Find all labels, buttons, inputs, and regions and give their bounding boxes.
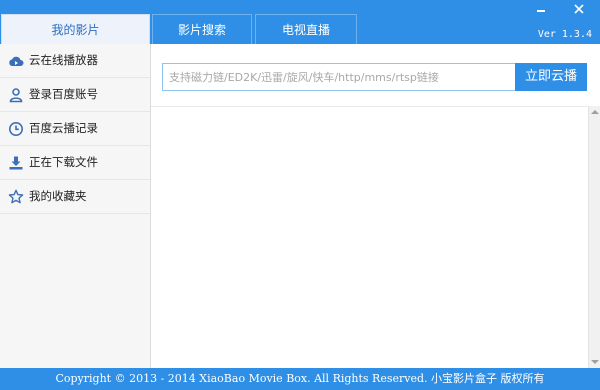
url-input[interactable]	[163, 64, 519, 90]
sidebar-item-baidu-login[interactable]: 登录百度账号	[0, 78, 150, 112]
close-button[interactable]	[569, 0, 589, 18]
app-window: 我的影片 影片搜索 电视直播 Ver 1.3.4 云在线播放器 登录百度账号 百…	[0, 0, 600, 390]
title-bar: 我的影片 影片搜索 电视直播 Ver 1.3.4	[0, 0, 600, 44]
minimize-icon	[537, 9, 545, 12]
tab-movie-search[interactable]: 影片搜索	[152, 14, 252, 44]
clock-icon	[9, 122, 23, 136]
scrollbar[interactable]	[588, 106, 600, 368]
sidebar-item-label: 正在下载文件	[29, 155, 98, 169]
tab-tv-live[interactable]: 电视直播	[255, 14, 357, 44]
cloud-play-button[interactable]: 立即云播	[515, 63, 587, 91]
sidebar-item-label: 云在线播放器	[29, 53, 98, 67]
sidebar-item-favorites[interactable]: 我的收藏夹	[0, 180, 150, 214]
sidebar-item-cloud-history[interactable]: 百度云播记录	[0, 112, 150, 146]
sidebar-item-downloading[interactable]: 正在下载文件	[0, 146, 150, 180]
user-icon	[9, 88, 23, 103]
main-panel: 立即云播	[151, 44, 600, 368]
tab-my-movies[interactable]: 我的影片	[1, 14, 150, 44]
star-icon	[8, 189, 24, 204]
scroll-up-icon[interactable]	[591, 110, 599, 114]
sidebar: 云在线播放器 登录百度账号 百度云播记录 正在下载文件 我的收藏夹	[0, 44, 151, 368]
version-label: Ver 1.3.4	[537, 29, 592, 40]
footer-copyright: Copyright © 2013 - 2014 XiaoBao Movie Bo…	[0, 368, 600, 390]
sidebar-item-label: 我的收藏夹	[29, 189, 87, 203]
scroll-down-icon[interactable]	[591, 360, 599, 364]
download-icon	[9, 156, 23, 170]
sidebar-item-label: 百度云播记录	[29, 121, 98, 135]
cloud-play-icon	[9, 56, 24, 66]
minimize-button[interactable]	[531, 0, 551, 18]
divider	[151, 106, 587, 107]
url-bar: 立即云播	[162, 63, 587, 91]
sidebar-item-cloud-player[interactable]: 云在线播放器	[0, 44, 150, 78]
close-icon	[574, 4, 584, 14]
sidebar-item-label: 登录百度账号	[29, 87, 98, 101]
